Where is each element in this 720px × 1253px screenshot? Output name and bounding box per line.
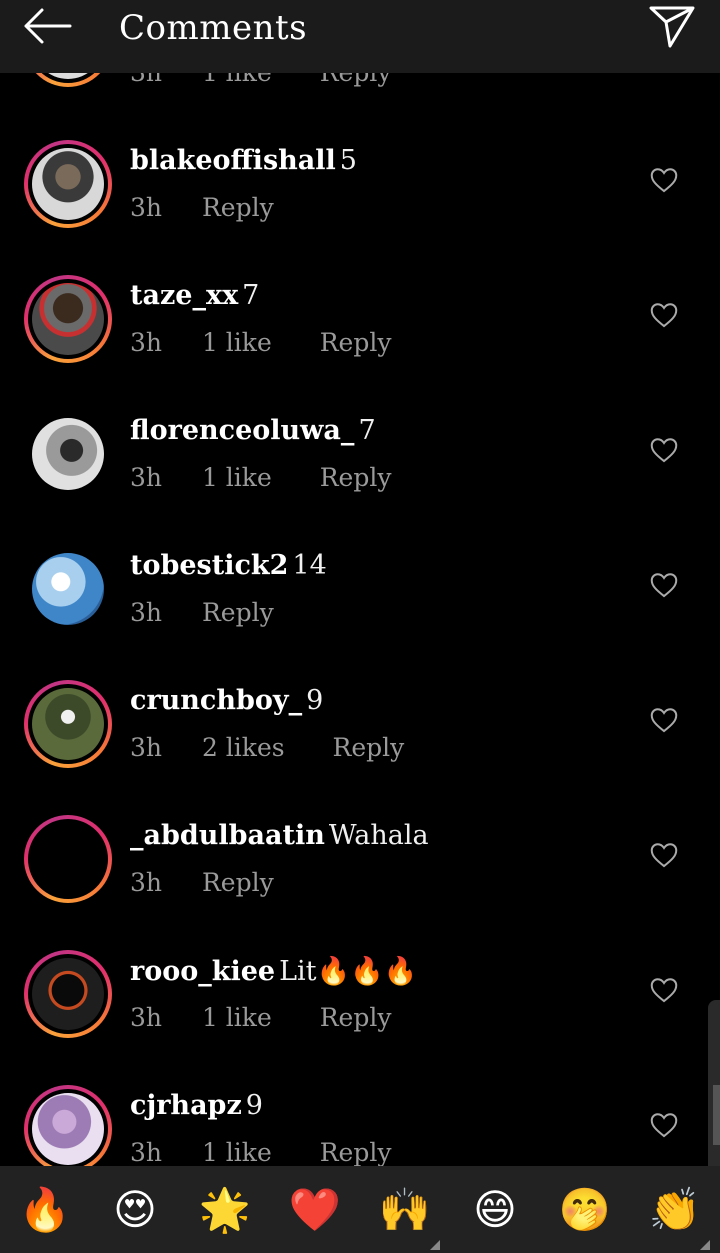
comment-time: 3h bbox=[130, 463, 163, 492]
avatar[interactable] bbox=[24, 1085, 112, 1173]
comment-text: blakeoffishall 5 bbox=[130, 145, 357, 176]
comment-time: 3h bbox=[130, 733, 163, 762]
comment-meta: 3h Reply bbox=[130, 598, 274, 627]
comment-likes[interactable]: 2 likes bbox=[202, 733, 285, 762]
comment-body: Wahala bbox=[328, 820, 429, 851]
comment-meta: 3h 1 like Reply bbox=[130, 1003, 391, 1032]
comment-username[interactable]: taze_xx bbox=[130, 280, 238, 311]
comment-meta: 3h Reply bbox=[130, 193, 274, 222]
comment-username[interactable]: rooo_kiee bbox=[130, 956, 275, 987]
comment-body: Lit🔥🔥🔥 bbox=[279, 956, 418, 987]
avatar[interactable] bbox=[24, 275, 112, 363]
comment-username[interactable]: tobestick2 bbox=[130, 550, 288, 581]
reply-button[interactable]: Reply bbox=[202, 598, 274, 627]
comment-row: rooo_kiee Lit🔥🔥🔥 3h 1 like Reply bbox=[0, 950, 720, 1085]
comment-meta: 3h Reply bbox=[130, 868, 274, 897]
avatar[interactable] bbox=[24, 950, 112, 1038]
emoji-heart-button[interactable]: ❤️ bbox=[280, 1166, 350, 1253]
comment-meta: 3h 2 likes Reply bbox=[130, 733, 404, 762]
comment-body: 7 bbox=[242, 280, 260, 311]
comment-username[interactable]: florenceoluwa_ bbox=[130, 415, 354, 446]
variant-indicator-icon bbox=[430, 1240, 440, 1250]
like-heart-icon[interactable] bbox=[650, 437, 678, 463]
comment-row: taze_xx 7 3h 1 like Reply bbox=[0, 275, 720, 410]
comment-row: tobestick2 14 3h Reply bbox=[0, 545, 720, 680]
emoji-fire-button[interactable]: 🔥 bbox=[10, 1166, 80, 1253]
comment-row: blakeoffishall 5 3h Reply bbox=[0, 140, 720, 275]
like-heart-icon[interactable] bbox=[650, 1112, 678, 1138]
comment-likes[interactable]: 1 like bbox=[202, 1138, 272, 1167]
comment-body: 5 bbox=[339, 145, 357, 176]
like-heart-icon[interactable] bbox=[650, 302, 678, 328]
emoji-hand-over-mouth-button[interactable]: 🤭 bbox=[550, 1166, 620, 1253]
emoji-grin-button[interactable]: 😄 bbox=[460, 1166, 530, 1253]
like-heart-icon[interactable] bbox=[650, 572, 678, 598]
comment-time: 3h bbox=[130, 328, 163, 357]
comment-time: 3h bbox=[130, 598, 163, 627]
comments-screen: 3h 1 like Reply blakeoffishall5 3h Reply bbox=[0, 0, 720, 1253]
comment-body: 7 bbox=[358, 415, 376, 446]
comment-time: 3h bbox=[130, 1138, 163, 1167]
comment-text: tobestick2 14 bbox=[130, 550, 327, 581]
emoji-heart-eyes-button[interactable]: 😍 bbox=[100, 1166, 170, 1253]
arrow-left-icon bbox=[24, 8, 72, 44]
comment-time: 3h bbox=[130, 868, 163, 897]
avatar[interactable] bbox=[24, 545, 112, 633]
like-heart-icon[interactable] bbox=[650, 707, 678, 733]
reply-button[interactable]: Reply bbox=[333, 733, 405, 762]
comment-row: florenceoluwa_ 7 3h 1 like Reply bbox=[0, 410, 720, 545]
avatar[interactable] bbox=[24, 140, 112, 228]
comment-likes[interactable]: 1 like bbox=[202, 1003, 272, 1032]
app-header: Comments bbox=[0, 0, 720, 73]
emoji-star-button[interactable]: 🌟 bbox=[190, 1166, 260, 1253]
like-heart-icon[interactable] bbox=[650, 842, 678, 868]
scrollbar-thumb[interactable] bbox=[713, 1085, 720, 1145]
like-heart-icon[interactable] bbox=[650, 167, 678, 193]
comment-text: _abdulbaatin Wahala bbox=[130, 820, 429, 851]
avatar[interactable] bbox=[24, 680, 112, 768]
comment-body: 14 bbox=[292, 550, 327, 581]
comment-text: cjrhapz 9 bbox=[130, 1090, 263, 1121]
comment-likes[interactable]: 1 like bbox=[202, 463, 272, 492]
comment-body: 9 bbox=[245, 1090, 263, 1121]
reply-button[interactable]: Reply bbox=[202, 868, 274, 897]
comment-time: 3h bbox=[130, 1003, 163, 1032]
comment-meta: 3h 1 like Reply bbox=[130, 463, 391, 492]
comment-body: 9 bbox=[306, 685, 324, 716]
comment-username[interactable]: cjrhapz bbox=[130, 1090, 242, 1121]
comment-row: _abdulbaatin Wahala 3h Reply bbox=[0, 815, 720, 950]
comment-username[interactable]: blakeoffishall bbox=[130, 145, 336, 176]
comment-row: crunchboy_ 9 3h 2 likes Reply bbox=[0, 680, 720, 815]
comment-likes[interactable]: 1 like bbox=[202, 328, 272, 357]
back-button[interactable] bbox=[20, 4, 74, 48]
comment-text: crunchboy_ 9 bbox=[130, 685, 323, 716]
reply-button[interactable]: Reply bbox=[320, 1003, 392, 1032]
comment-text: rooo_kiee Lit🔥🔥🔥 bbox=[130, 955, 417, 987]
comment-text: taze_xx 7 bbox=[130, 280, 259, 311]
avatar[interactable] bbox=[24, 410, 112, 498]
reply-button[interactable]: Reply bbox=[202, 193, 274, 222]
reply-button[interactable]: Reply bbox=[320, 328, 392, 357]
emoji-quick-bar: 🔥 😍 🌟 ❤️ 🙌 😄 🤭 👏 bbox=[0, 1166, 720, 1253]
comment-meta: 3h 1 like Reply bbox=[130, 1138, 391, 1167]
comment-username[interactable]: _abdulbaatin bbox=[130, 820, 325, 851]
variant-indicator-icon bbox=[700, 1240, 710, 1250]
send-icon bbox=[649, 6, 695, 48]
comment-text: florenceoluwa_ 7 bbox=[130, 415, 376, 446]
reply-button[interactable]: Reply bbox=[320, 1138, 392, 1167]
avatar[interactable] bbox=[24, 815, 112, 903]
comment-time: 3h bbox=[130, 193, 163, 222]
reply-button[interactable]: Reply bbox=[320, 463, 392, 492]
comment-username[interactable]: crunchboy_ bbox=[130, 685, 302, 716]
like-heart-icon[interactable] bbox=[650, 977, 678, 1003]
comment-meta: 3h 1 like Reply bbox=[130, 328, 391, 357]
page-title: Comments bbox=[119, 8, 308, 48]
share-button[interactable] bbox=[646, 2, 698, 50]
